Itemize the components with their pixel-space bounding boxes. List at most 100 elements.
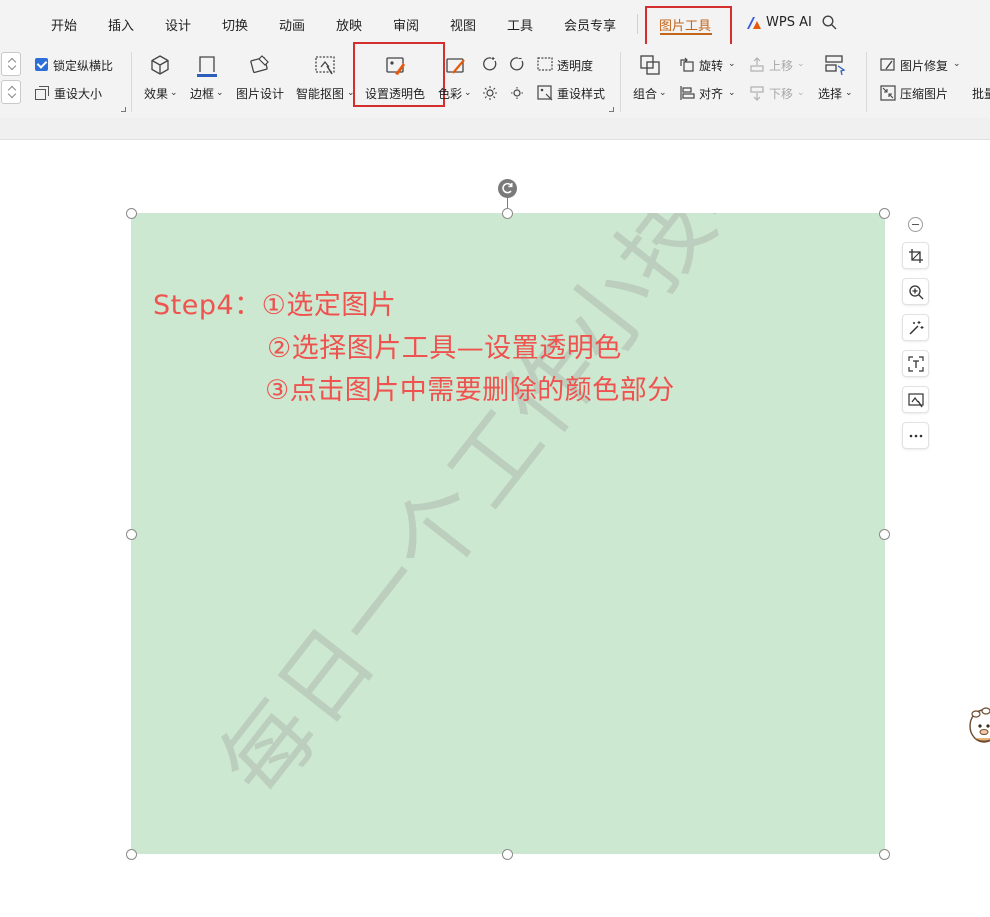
- ribbon-bottom-strip: [0, 118, 990, 140]
- text-extract-button[interactable]: [902, 350, 929, 377]
- tab-view[interactable]: 视图: [450, 15, 476, 34]
- search-icon[interactable]: [822, 15, 837, 34]
- picture-design-button[interactable]: 图片设计: [236, 85, 284, 102]
- zoom-in-button[interactable]: [902, 278, 929, 305]
- resize-handle-top-left[interactable]: [125, 207, 137, 219]
- selected-picture[interactable]: 每日一个工作小技巧 Step4：①选定图片 ②选择图片工具—设置透明色 ③点击图…: [131, 213, 885, 854]
- height-spinner[interactable]: [1, 52, 21, 76]
- assistant-mascot-icon[interactable]: [966, 704, 990, 748]
- tab-animation[interactable]: 动画: [279, 15, 305, 34]
- lock-ratio-checkbox[interactable]: [35, 58, 48, 71]
- rotate-handle[interactable]: [498, 179, 517, 198]
- crop-icon: [909, 249, 923, 263]
- resize-handle-top-right[interactable]: [878, 207, 890, 219]
- ribbon-separator: [866, 52, 867, 112]
- reset-size-icon[interactable]: [34, 85, 50, 101]
- rotate-dropdown-icon[interactable]: ⌄: [728, 59, 736, 69]
- tab-member[interactable]: 会员专享: [564, 15, 616, 34]
- resize-handle-top[interactable]: [501, 207, 513, 219]
- zoom-in-icon: [909, 285, 924, 300]
- menu-tab-bar: 开始 插入 设计 切换 动画 放映 审阅 视图 工具 会员专享 图片工具 WPS…: [0, 0, 990, 46]
- text-extract-icon: [908, 356, 924, 372]
- brightness-up-icon[interactable]: [482, 85, 498, 101]
- contrast-up-icon[interactable]: [482, 56, 498, 72]
- select-button[interactable]: 选择: [818, 85, 842, 102]
- select-dropdown-icon[interactable]: ⌄: [845, 88, 853, 98]
- magic-wand-button[interactable]: [902, 314, 929, 341]
- smart-cutout-icon: [908, 393, 924, 408]
- effect-icon[interactable]: [149, 54, 171, 76]
- move-down-icon: [749, 85, 765, 101]
- smart-cutout-side-button[interactable]: [902, 386, 929, 413]
- smart-cutout-icon[interactable]: [314, 54, 336, 76]
- move-down-dropdown-icon: ⌄: [797, 88, 805, 98]
- border-button[interactable]: 边框: [190, 85, 214, 102]
- picture-repair-dropdown-icon[interactable]: ⌄: [953, 59, 961, 69]
- transparency-button[interactable]: 透明度: [557, 57, 593, 74]
- more-icon: [909, 434, 923, 438]
- tab-slideshow[interactable]: 放映: [336, 15, 362, 34]
- more-options-button[interactable]: [902, 422, 929, 449]
- group-button[interactable]: 组合: [633, 85, 657, 102]
- picture-repair-button[interactable]: 图片修复: [900, 57, 948, 74]
- resize-handle-bottom-left[interactable]: [125, 848, 137, 860]
- set-transparent-color-icon[interactable]: [385, 55, 407, 77]
- border-dropdown-icon[interactable]: ⌄: [216, 88, 224, 98]
- color-dropdown-icon[interactable]: ⌄: [464, 88, 472, 98]
- step-text-line-3: ③点击图片中需要删除的颜色部分: [265, 375, 675, 406]
- compress-picture-button[interactable]: 压缩图片: [900, 85, 948, 102]
- border-icon[interactable]: [196, 54, 218, 78]
- tab-insert[interactable]: 插入: [108, 15, 134, 34]
- resize-handle-right[interactable]: [878, 528, 890, 540]
- ribbon-separator: [620, 52, 621, 112]
- rotate-button[interactable]: 旋转: [699, 57, 723, 74]
- picture-design-icon[interactable]: [248, 53, 272, 77]
- color-icon[interactable]: [445, 55, 467, 77]
- group-dropdown-icon[interactable]: ⌄: [659, 88, 667, 98]
- move-down-button: 下移: [769, 87, 794, 101]
- style-dialog-launcher[interactable]: [609, 107, 614, 112]
- resize-handle-bottom-right[interactable]: [878, 848, 890, 860]
- tab-home[interactable]: 开始: [51, 15, 77, 34]
- reset-size-label[interactable]: 重设大小: [54, 85, 102, 102]
- align-icon[interactable]: [679, 85, 695, 101]
- reset-style-icon[interactable]: [537, 85, 553, 101]
- select-icon[interactable]: [824, 54, 846, 76]
- magic-wand-icon: [909, 321, 924, 335]
- batch-button[interactable]: 批量: [972, 85, 990, 102]
- resize-handle-bottom[interactable]: [501, 848, 513, 860]
- transparency-icon[interactable]: [537, 57, 553, 71]
- effect-button[interactable]: 效果: [144, 85, 168, 102]
- picture-repair-icon[interactable]: [880, 57, 896, 73]
- align-dropdown-icon[interactable]: ⌄: [728, 88, 736, 98]
- ribbon-toolbar: 锁定纵横比 重设大小 效果 ⌄ 边框 ⌄ 图片设计 智能抠图 ⌄ 设置透明色 色…: [0, 42, 990, 118]
- align-button[interactable]: 对齐: [699, 85, 723, 102]
- rotate-icon[interactable]: [679, 57, 695, 73]
- effect-dropdown-icon[interactable]: ⌄: [170, 88, 178, 98]
- step-text-line-2: ②选择图片工具—设置透明色: [267, 333, 622, 364]
- resize-handle-left[interactable]: [125, 528, 137, 540]
- move-up-dropdown-icon: ⌄: [797, 59, 805, 69]
- rotate-icon: [502, 182, 513, 194]
- contrast-down-icon[interactable]: [509, 56, 525, 72]
- lock-ratio-label: 锁定纵横比: [53, 59, 114, 73]
- move-up-button: 上移: [769, 59, 794, 73]
- color-button[interactable]: 色彩: [438, 85, 462, 102]
- reset-style-button[interactable]: 重设样式: [557, 85, 605, 102]
- group-icon[interactable]: [639, 54, 661, 76]
- crop-button[interactable]: [902, 242, 929, 269]
- set-transparent-color-button[interactable]: 设置透明色: [365, 85, 425, 102]
- tab-design[interactable]: 设计: [165, 15, 191, 34]
- tab-wps-ai[interactable]: WPS AI: [766, 15, 812, 30]
- wps-ai-icon: [746, 15, 762, 34]
- tab-tools[interactable]: 工具: [507, 15, 533, 34]
- size-dialog-launcher[interactable]: [121, 107, 126, 112]
- width-spinner[interactable]: [1, 80, 21, 104]
- brightness-down-icon[interactable]: [509, 85, 525, 101]
- smart-cutout-button[interactable]: 智能抠图: [296, 85, 344, 102]
- collapse-toolbar-button[interactable]: [908, 217, 923, 232]
- tab-transition[interactable]: 切换: [222, 15, 248, 34]
- tab-review[interactable]: 审阅: [393, 15, 419, 34]
- compress-picture-icon[interactable]: [880, 85, 896, 101]
- move-up-icon: [749, 57, 765, 73]
